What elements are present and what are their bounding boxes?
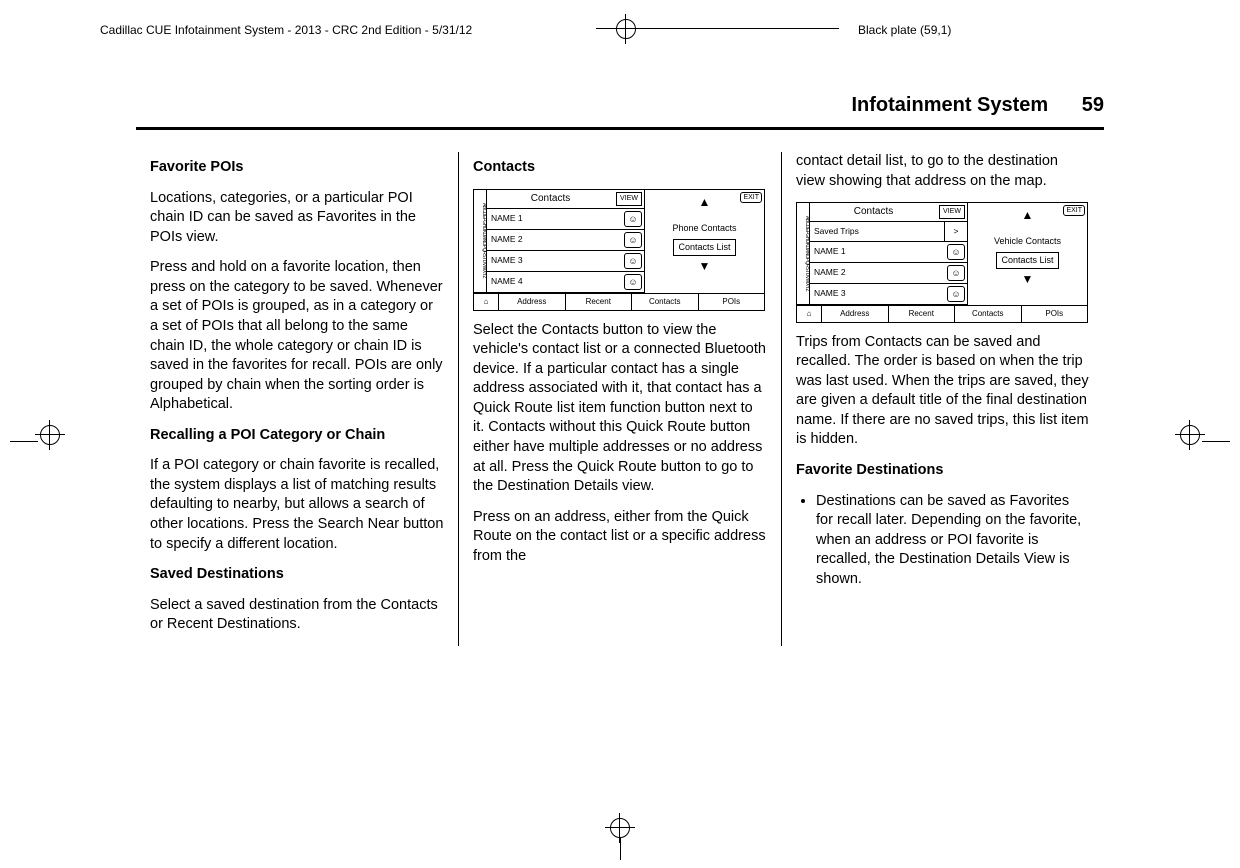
- tab: Contacts: [631, 294, 698, 310]
- contact-icon: ☺: [624, 253, 642, 269]
- contact-icon: ☺: [947, 286, 965, 302]
- panel-title: Contacts: [487, 190, 614, 208]
- registration-mark-right: [1180, 425, 1232, 452]
- list-item: NAME 2: [810, 263, 945, 283]
- alpha-index: ABCDEFGHIJKLMNOPQRSTUVWXYZ: [474, 190, 487, 292]
- tab: Address: [821, 306, 888, 322]
- registration-mark-icon: [616, 19, 636, 39]
- running-head: Infotainment System 59: [136, 92, 1104, 130]
- exit-button: EXIT: [740, 192, 762, 203]
- down-arrow-icon: ▼: [649, 260, 760, 272]
- alpha-index: ABCDEFGHIJKLMNOPQRSTUVWXYZ: [797, 203, 810, 304]
- registration-mark-bottom: [610, 818, 630, 860]
- list-item: Destinations can be saved as Favorites f…: [816, 492, 1090, 590]
- panel-title: Contacts: [810, 203, 937, 221]
- chevron-right-icon: >: [944, 222, 967, 241]
- list-item: NAME 3: [810, 284, 945, 304]
- contact-icon: ☺: [624, 232, 642, 248]
- tab: Address: [498, 294, 565, 310]
- contact-icon: ☺: [947, 265, 965, 281]
- home-icon: ⌂: [474, 294, 498, 310]
- para: Select a saved destination from the Cont…: [150, 596, 444, 635]
- heading-saved-destinations: Saved Destinations: [150, 565, 444, 585]
- contact-icon: ☺: [624, 211, 642, 227]
- para: Press and hold on a favorite location, t…: [150, 258, 444, 415]
- heading-contacts: Contacts: [473, 158, 767, 178]
- list-item-saved-trips: Saved Trips: [810, 222, 944, 241]
- registration-mark-left: [8, 425, 60, 452]
- tab: POIs: [1021, 306, 1088, 322]
- section-title: Infotainment System: [851, 94, 1048, 116]
- screenshot-vehicle-contacts: ABCDEFGHIJKLMNOPQRSTUVWXYZ Contacts VIEW…: [796, 202, 1088, 323]
- page-number: 59: [1082, 94, 1104, 116]
- tab: Contacts: [954, 306, 1021, 322]
- contacts-list-box: Contacts List: [673, 239, 735, 256]
- view-button: VIEW: [939, 205, 965, 219]
- para: If a POI category or chain favorite is r…: [150, 456, 444, 554]
- exit-button: EXIT: [1063, 205, 1085, 216]
- tab: Recent: [565, 294, 632, 310]
- print-header-right: Black plate (59,1): [858, 22, 951, 38]
- column-3: contact detail list, to go to the destin…: [781, 152, 1104, 646]
- list-item: NAME 4: [487, 272, 622, 292]
- tab: Recent: [888, 306, 955, 322]
- screenshot-phone-contacts: ABCDEFGHIJKLMNOPQRSTUVWXYZ Contacts VIEW…: [473, 189, 765, 311]
- heading-favorite-pois: Favorite POIs: [150, 158, 444, 178]
- heading-recalling-poi: Recalling a POI Category or Chain: [150, 426, 444, 446]
- list-item: NAME 1: [487, 209, 622, 229]
- view-button: VIEW: [616, 192, 642, 206]
- list-item: NAME 3: [487, 251, 622, 271]
- down-arrow-icon: ▼: [972, 273, 1083, 285]
- list-item: NAME 2: [487, 230, 622, 250]
- column-1: Favorite POIs Locations, categories, or …: [136, 152, 458, 646]
- para: contact detail list, to go to the destin…: [796, 152, 1090, 191]
- para: Press on an address, either from the Qui…: [473, 508, 767, 567]
- contact-icon: ☺: [947, 244, 965, 260]
- tab: POIs: [698, 294, 765, 310]
- contacts-list-box: Contacts List: [996, 252, 1058, 269]
- page-body: Infotainment System 59 Favorite POIs Loc…: [136, 92, 1104, 646]
- column-2: Contacts ABCDEFGHIJKLMNOPQRSTUVWXYZ Cont…: [458, 152, 781, 646]
- para: Locations, categories, or a particular P…: [150, 189, 444, 248]
- heading-favorite-destinations: Favorite Destinations: [796, 461, 1090, 481]
- para: Trips from Contacts can be saved and rec…: [796, 333, 1090, 450]
- right-label: Vehicle Contacts: [972, 237, 1083, 246]
- print-header-left: Cadillac CUE Infotainment System - 2013 …: [100, 22, 472, 38]
- home-icon: ⌂: [797, 306, 821, 322]
- para: Select the Contacts button to view the v…: [473, 321, 767, 497]
- right-label: Phone Contacts: [649, 224, 760, 233]
- list-item: NAME 1: [810, 242, 945, 262]
- contact-icon: ☺: [624, 274, 642, 290]
